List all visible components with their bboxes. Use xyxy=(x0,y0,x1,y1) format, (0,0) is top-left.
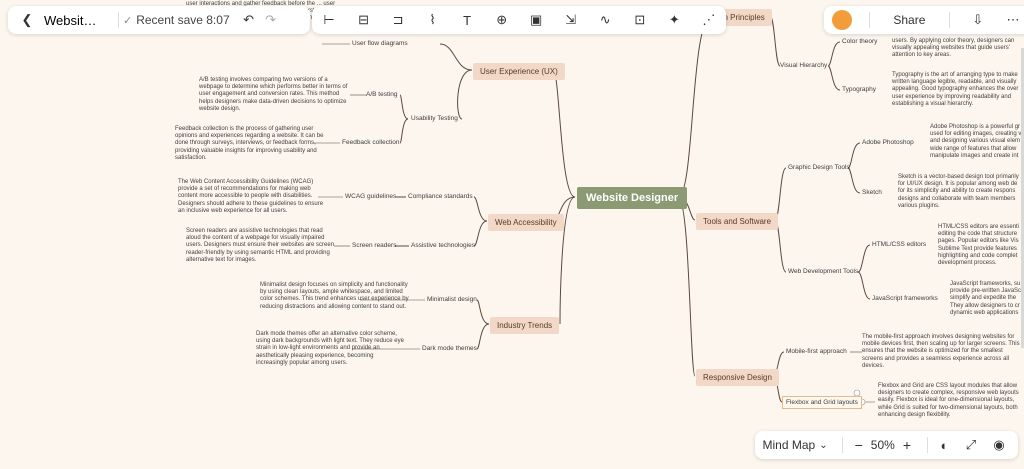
app-logo-icon[interactable] xyxy=(832,10,852,30)
subtopic-compliance-standards[interactable]: Compliance standards xyxy=(408,193,473,200)
download-icon[interactable]: ⇩ xyxy=(967,9,989,31)
view-mode-select[interactable]: Mind Map xyxy=(763,438,816,452)
root-topic[interactable]: Website Designer xyxy=(577,187,688,209)
subtopic-color-theory[interactable]: Color theory xyxy=(842,38,877,45)
leaf-dark-text: Dark mode themes offer an alternative co… xyxy=(256,331,404,366)
subtopic-dark-mode[interactable]: Dark mode themes xyxy=(422,345,477,352)
topic-tools-software[interactable]: Tools and Software xyxy=(696,213,779,230)
subtopic-web-dev-tools[interactable]: Web Development Tools xyxy=(788,268,858,275)
save-status: Recent save 8:07 xyxy=(136,13,230,27)
save-status-icon: ✓ xyxy=(123,14,133,27)
leaf-typo-text: Typography is the art of arranging type … xyxy=(892,72,1019,107)
share-toolbar: Share ⇩ ⋯ xyxy=(824,6,1024,34)
redo-icon[interactable]: ↷ xyxy=(260,9,282,31)
clean-icon[interactable]: ⋰ xyxy=(698,9,720,31)
subtopic-mobile-first[interactable]: Mobile-first approach xyxy=(786,348,847,355)
sibling-topic-icon[interactable]: ⊟ xyxy=(353,9,375,31)
document-title[interactable]: Websit… xyxy=(44,13,114,28)
zoom-in-button[interactable]: + xyxy=(903,437,911,453)
leaf-color-text: users. By applying color theory, designe… xyxy=(892,38,1015,59)
leaf-sketch-text: Sketch is a vector-based design tool pri… xyxy=(898,174,1019,209)
main-toolbar: ⊢ ⊟ ⊐ ⌇ T ⊕ ▣ ⇲ ∿ ⊡ ✦ ⋰ xyxy=(312,6,726,34)
presentation-icon[interactable]: ⊡ xyxy=(629,9,651,31)
bottom-bar: Mind Map ⌄ − 50% + ◖ ⤢ ◉ xyxy=(754,431,1018,459)
subtopic-minimalist-design[interactable]: Minimalist design xyxy=(427,296,477,303)
leaf-mobile-text: The mobile-first approach involves desig… xyxy=(862,334,1020,369)
leaf-minimal-text: Minimalist design focuses on simplicity … xyxy=(260,282,409,310)
zoom-level[interactable]: 50% xyxy=(871,438,895,452)
frame-icon[interactable]: ▣ xyxy=(525,9,547,31)
relationship-icon[interactable]: ⇲ xyxy=(560,9,582,31)
leaf-photoshop-text: Adobe Photoshop is a powerful gr used fo… xyxy=(930,124,1022,159)
connector-icon[interactable]: ∿ xyxy=(594,9,616,31)
subtopic-js-frameworks[interactable]: JavaScript frameworks xyxy=(872,295,938,302)
subtopic-usability-testing[interactable]: Usability Testing xyxy=(411,115,458,122)
leaf-ab-text: A/B testing involves comparing two versi… xyxy=(199,77,348,112)
subtopic-typography[interactable]: Typography xyxy=(842,86,876,93)
subtopic-photoshop[interactable]: Adobe Photoshop xyxy=(862,139,914,146)
back-icon[interactable]: ❮ xyxy=(16,9,38,31)
subtopic-flexbox-grid[interactable]: Flexbox and Grid layouts xyxy=(782,396,862,409)
format-painter-icon[interactable]: ⌇ xyxy=(422,9,444,31)
text-icon[interactable]: T xyxy=(456,9,478,31)
subtopic-graphic-design-tools[interactable]: Graphic Design Tools xyxy=(788,164,850,171)
mindmap-canvas[interactable]: Website Designer User Experience (UX) Us… xyxy=(0,0,1024,469)
topic-user-experience[interactable]: User Experience (UX) xyxy=(473,63,565,80)
insert-icon[interactable]: ⊕ xyxy=(491,9,513,31)
summary-icon[interactable]: ⊐ xyxy=(387,9,409,31)
fit-screen-icon[interactable]: ⤢ xyxy=(960,434,982,456)
subtopic-feedback-collection[interactable]: Feedback collection xyxy=(342,139,399,146)
subtopic-sketch[interactable]: Sketch xyxy=(862,189,882,196)
leaf-feedback-text: Feedback collection is the process of ga… xyxy=(175,126,324,161)
leaf-readers-text: Screen readers are assistive technologie… xyxy=(186,228,335,263)
subtopic-user-flow[interactable]: User flow diagrams xyxy=(352,40,408,47)
share-button[interactable]: Share xyxy=(887,13,931,27)
subtopic-ab-testing[interactable]: A/B testing xyxy=(366,91,397,98)
subtopic-assistive-technologies[interactable]: Assistive technologies xyxy=(411,242,475,249)
topic-web-accessibility[interactable]: Web Accessibility xyxy=(488,214,564,231)
undo-icon[interactable]: ↶ xyxy=(238,9,260,31)
leaf-flex-text: Flexbox and Grid are CSS layout modules … xyxy=(878,383,1019,418)
subtopic-visual-hierarchy[interactable]: Visual Hierarchy xyxy=(780,62,827,69)
ai-magic-icon[interactable]: ✦ xyxy=(663,9,685,31)
leaf-editors-text: HTML/CSS editors are essenti editing the… xyxy=(938,224,1020,267)
subtopic-screen-readers[interactable]: Screen readers xyxy=(352,242,396,249)
subtopic-wcag-guidelines[interactable]: WCAG guidelines xyxy=(345,193,396,200)
more-icon[interactable]: ⋯ xyxy=(1002,9,1024,31)
zoom-out-button[interactable]: − xyxy=(855,437,863,453)
leaf-js-text: JavaScript frameworks, su provide pre-wr… xyxy=(950,281,1022,316)
document-header: ❮ Websit… ✓ Recent save 8:07 ↶ ↷ xyxy=(8,6,310,34)
mouse-mode-icon[interactable]: ◖ xyxy=(932,434,954,456)
subtopic-html-css-editors[interactable]: HTML/CSS editors xyxy=(872,241,926,248)
topic-industry-trends[interactable]: Industry Trends xyxy=(490,317,560,334)
leaf-wcag-text: The Web Content Accessibility Guidelines… xyxy=(178,179,324,214)
topic-responsive-design[interactable]: Responsive Design xyxy=(696,369,779,386)
child-topic-icon[interactable]: ⊢ xyxy=(318,9,340,31)
preview-eye-icon[interactable]: ◉ xyxy=(988,434,1010,456)
chevron-down-icon[interactable]: ⌄ xyxy=(819,440,827,451)
